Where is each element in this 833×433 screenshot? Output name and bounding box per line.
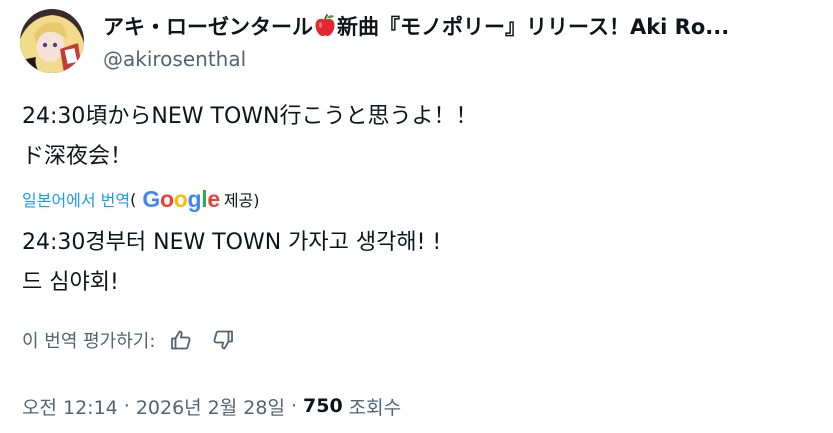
provider-suffix: 제공) xyxy=(223,191,260,210)
google-logo: Google xyxy=(142,186,220,212)
author-display-name[interactable]: アキ・ローゼンタール 新曲『モノポリー』リリース！Aki Ro... xyxy=(103,12,823,45)
original-text-line-2: ド深夜会！ xyxy=(22,144,133,169)
translated-text-line-2: 드 심야회! xyxy=(22,270,119,295)
author-handle[interactable]: @akirosenthal xyxy=(103,45,246,73)
original-text-line-1: 24:30頃からNEW TOWN行こうと思うよ！！ xyxy=(22,104,478,129)
timestamp-date[interactable]: 2026년 2월 28일 xyxy=(136,393,285,420)
timestamp-time[interactable]: 오전 12:14 xyxy=(22,393,118,420)
translated-text-line-1: 24:30경부터 NEW TOWN 가자고 생각해! ! xyxy=(22,230,442,255)
rate-translation-label: 이 번역 평가하기: xyxy=(22,331,156,352)
tweet-metadata: 오전 12:14 · 2026년 2월 28일 · 750 조회수 xyxy=(22,390,401,422)
author-name-part-2: 新曲『モノポリー』リリース！Aki Ro... xyxy=(337,15,730,39)
translated-from-link[interactable]: 일본어에서 번역 xyxy=(22,187,130,211)
rate-translation: 이 번역 평가하기: xyxy=(22,324,237,356)
author-avatar[interactable] xyxy=(20,9,84,73)
separator-dot: · xyxy=(123,395,130,417)
red-apple-icon xyxy=(314,13,336,45)
views-label: 조회수 xyxy=(348,396,402,419)
tweet: アキ・ローゼンタール 新曲『モノポリー』リリース！Aki Ro... @akiro… xyxy=(0,0,833,433)
author-name-part-1: アキ・ローゼンタール xyxy=(103,15,313,39)
avatar-image xyxy=(20,9,84,73)
thumbs-down-icon[interactable] xyxy=(209,326,237,354)
provider-open-paren: ( xyxy=(130,189,137,209)
separator-dot: · xyxy=(290,395,297,417)
views-count: 750 xyxy=(303,395,343,417)
thumbs-up-icon[interactable] xyxy=(167,326,195,354)
translation-attribution: 일본어에서 번역( Google 제공) xyxy=(22,184,260,214)
